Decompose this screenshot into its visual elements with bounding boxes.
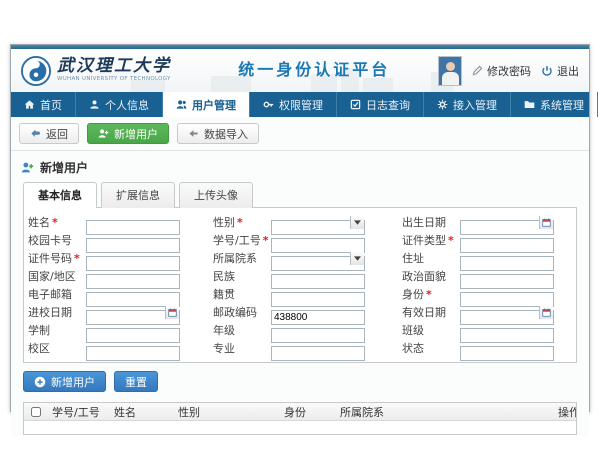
home-icon <box>24 99 35 110</box>
col-identity: 身份 <box>280 404 336 420</box>
logout-button[interactable]: 退出 <box>541 63 579 79</box>
calendar-icon <box>542 218 551 227</box>
section-title: 新增用户 <box>11 151 589 182</box>
university-name: 武汉理工大学 <box>57 58 224 75</box>
field-label-major: 专业* <box>180 340 271 356</box>
field-label-class: 班级* <box>365 322 460 338</box>
field-label-postal-code: 邮政编码* <box>180 304 271 320</box>
field-label-entry-date: 进校日期* <box>28 304 86 320</box>
form-grid: 姓名* 性别* 出生日期* 校园卡号* 学号/工号* 证件类型* 证件号码* <box>28 213 572 357</box>
add-user-icon <box>98 128 109 139</box>
field-label-campus-card: 校园卡号* <box>28 232 86 248</box>
user-icon <box>89 99 100 110</box>
nav-item-permissions[interactable]: 权限管理 <box>250 92 337 117</box>
campus-input[interactable] <box>86 346 180 361</box>
select-all-checkbox[interactable] <box>31 407 41 417</box>
platform-title: 统一身份认证平台 <box>238 56 390 80</box>
form-buttons: 新增用户 重置 <box>11 363 589 400</box>
field-label-gender: 性别* <box>180 214 271 230</box>
col-student-id: 学号/工号 <box>48 404 110 420</box>
tab-extended-info[interactable]: 扩展信息 <box>101 182 175 208</box>
select-all-cell <box>24 407 48 417</box>
col-department: 所属院系 <box>336 404 554 420</box>
col-operations: 操作 <box>554 404 576 420</box>
table-body-empty <box>24 421 576 434</box>
calendar-icon <box>542 308 551 317</box>
field-label-campus: 校区* <box>28 340 86 356</box>
back-button[interactable]: 返回 <box>19 123 79 144</box>
reset-button[interactable]: 重置 <box>114 371 158 392</box>
field-label-name: 姓名* <box>28 214 86 230</box>
brand-block: 武汉理工大学 WUHAN UNIVERSITY OF TECHNOLOGY <box>57 58 224 84</box>
field-label-id-type: 证件类型* <box>365 232 460 248</box>
app-window: 武汉理工大学 WUHAN UNIVERSITY OF TECHNOLOGY 统一… <box>10 44 590 412</box>
field-label-identity: 身份* <box>365 286 460 302</box>
power-icon <box>541 65 553 77</box>
user-table: 学号/工号 姓名 性别 身份 所属院系 操作 <box>23 402 577 435</box>
field-label-id-number: 证件号码* <box>28 250 86 266</box>
entry-date-calendar-button[interactable] <box>165 306 179 319</box>
header: 武汉理工大学 WUHAN UNIVERSITY OF TECHNOLOGY 统一… <box>11 49 589 92</box>
field-label-country: 国家/地区* <box>28 268 86 284</box>
nav-item-access[interactable]: 接入管理 <box>424 92 511 117</box>
main-nav: 首页 个人信息 用户管理 权限管理 日志查询 接入管理 <box>11 92 589 117</box>
field-label-school-system: 学制* <box>28 322 86 338</box>
table-header-row: 学号/工号 姓名 性别 身份 所属院系 操作 <box>24 403 576 421</box>
nav-item-logs[interactable]: 日志查询 <box>337 92 424 117</box>
gear-icon <box>437 99 448 110</box>
department-dropdown-button[interactable] <box>350 252 364 265</box>
form-tabs: 基本信息 扩展信息 上传头像 <box>11 182 589 208</box>
field-label-email: 电子邮箱* <box>28 286 86 302</box>
field-label-student-id: 学号/工号* <box>180 232 271 248</box>
col-gender: 性别 <box>174 404 280 420</box>
tab-basic-info[interactable]: 基本信息 <box>23 182 97 208</box>
valid-date-calendar-button[interactable] <box>539 306 553 319</box>
pencil-icon <box>472 65 483 76</box>
data-import-button[interactable]: 数据导入 <box>177 123 259 144</box>
field-label-political-status: 政治面貌* <box>365 268 460 284</box>
field-label-status: 状态* <box>365 340 460 356</box>
users-icon <box>176 99 187 110</box>
nav-item-system[interactable]: 系统管理 <box>511 92 598 117</box>
nav-item-user-management[interactable]: 用户管理 <box>163 92 250 117</box>
tab-upload-avatar[interactable]: 上传头像 <box>179 182 253 208</box>
import-arrow-icon <box>188 128 199 139</box>
nav-item-home[interactable]: 首页 <box>11 92 76 117</box>
field-label-department: 所属院系* <box>180 250 271 266</box>
header-actions: 修改密码 退出 <box>438 56 579 86</box>
back-arrow-icon <box>30 128 41 139</box>
plus-circle-icon <box>34 376 46 388</box>
university-logo-icon <box>21 56 51 86</box>
content-area: 返回 新增用户 数据导入 新增用户 基本信息 扩展信息 上传头像 <box>11 117 589 435</box>
calendar-icon <box>168 308 177 317</box>
chevron-down-icon <box>354 256 361 261</box>
submit-add-user-button[interactable]: 新增用户 <box>23 371 106 392</box>
university-name-en: WUHAN UNIVERSITY OF TECHNOLOGY <box>57 75 171 81</box>
birthdate-calendar-button[interactable] <box>539 216 553 229</box>
page: 武汉理工大学 WUHAN UNIVERSITY OF TECHNOLOGY 统一… <box>0 0 600 450</box>
gender-dropdown-button[interactable] <box>350 216 364 229</box>
user-avatar <box>438 56 462 86</box>
col-name: 姓名 <box>110 404 174 420</box>
field-label-native-place: 籍贯* <box>180 286 271 302</box>
log-icon <box>350 99 361 110</box>
major-input[interactable] <box>271 346 365 361</box>
change-password-button[interactable]: 修改密码 <box>472 63 531 79</box>
basic-info-panel: 姓名* 性别* 出生日期* 校园卡号* 学号/工号* 证件类型* 证件号码* <box>23 207 577 363</box>
user-plus-icon <box>21 161 34 174</box>
key-icon <box>263 99 274 110</box>
nav-item-profile[interactable]: 个人信息 <box>76 92 163 117</box>
status-input[interactable] <box>460 346 554 361</box>
field-label-valid-date: 有效日期* <box>365 304 460 320</box>
field-label-birthdate: 出生日期* <box>365 214 460 230</box>
toolbar-add-user-button[interactable]: 新增用户 <box>87 123 169 144</box>
field-label-grade: 年级* <box>180 322 271 338</box>
toolbar: 返回 新增用户 数据导入 <box>11 117 589 151</box>
chevron-down-icon <box>354 220 361 225</box>
field-label-ethnicity: 民族* <box>180 268 271 284</box>
folder-icon <box>524 99 535 110</box>
field-label-address: 住址* <box>365 250 460 266</box>
